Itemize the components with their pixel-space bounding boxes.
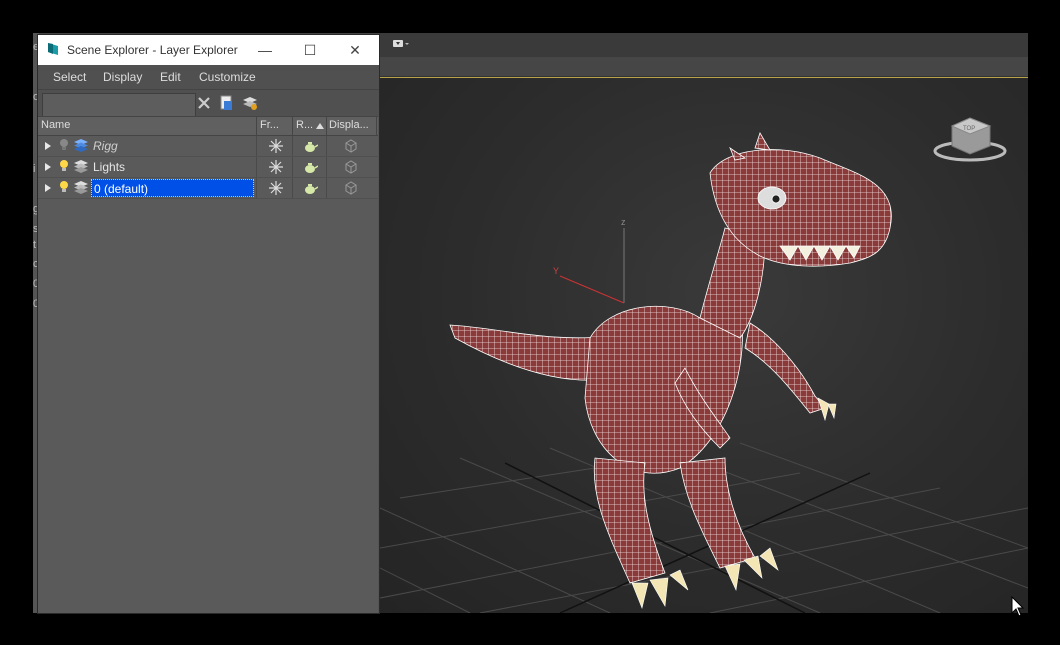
col-name[interactable]: Name xyxy=(41,119,70,131)
layer-row-default[interactable]: 0 (default) xyxy=(38,178,378,199)
layer-grid: Name Fr... R... Displa... Rigg Lights 0 … xyxy=(38,116,378,199)
title-bar[interactable]: Scene Explorer - Layer Explorer — ☐ ✕ xyxy=(38,35,379,65)
viewport-label-bar xyxy=(379,57,1028,77)
window-title: Scene Explorer - Layer Explorer xyxy=(67,43,238,57)
display-box-icon[interactable] xyxy=(343,180,359,196)
expand-arrow-icon[interactable] xyxy=(45,163,51,171)
viewport-scene: z Y TOP xyxy=(380,117,1028,613)
expand-arrow-icon[interactable] xyxy=(45,142,51,150)
col-freeze[interactable]: Fr... xyxy=(260,119,279,131)
search-input[interactable] xyxy=(42,93,196,117)
mouse-cursor-icon xyxy=(1011,596,1025,617)
explorer-toolbar xyxy=(38,90,379,117)
clear-search-icon[interactable] xyxy=(196,95,212,111)
3dsmax-logo-icon xyxy=(48,43,58,55)
layer-stack-icon xyxy=(74,139,88,152)
trex-model xyxy=(449,132,892,609)
add-to-layer-icon[interactable] xyxy=(242,95,258,111)
layer-name-selected[interactable]: 0 (default) xyxy=(91,179,254,197)
layer-stack-icon xyxy=(74,160,88,173)
menu-display[interactable]: Display xyxy=(103,70,142,84)
layer-row-lights[interactable]: Lights xyxy=(38,157,378,178)
light-bulb-off-icon[interactable] xyxy=(59,138,69,152)
menu-select[interactable]: Select xyxy=(53,70,86,84)
teapot-render-icon[interactable] xyxy=(302,159,318,175)
layer-name: Lights xyxy=(93,160,126,174)
menu-edit[interactable]: Edit xyxy=(160,70,181,84)
expand-arrow-icon[interactable] xyxy=(45,184,51,192)
minimize-button[interactable]: — xyxy=(243,35,287,65)
perspective-viewport[interactable]: z Y TOP xyxy=(379,77,1028,613)
teapot-render-icon[interactable] xyxy=(302,138,318,154)
display-box-icon[interactable] xyxy=(343,138,359,154)
light-bulb-on-icon[interactable] xyxy=(59,180,69,194)
layer-stack-icon xyxy=(74,181,88,194)
maximize-button[interactable]: ☐ xyxy=(288,35,332,65)
explorer-menubar: Select Display Edit Customize xyxy=(38,65,379,90)
viewcube-label: TOP xyxy=(963,126,975,132)
col-display[interactable]: Displa... xyxy=(329,119,369,131)
create-layer-icon[interactable] xyxy=(219,95,235,111)
freeze-icon[interactable] xyxy=(268,180,284,196)
main-toolbar xyxy=(379,33,1028,58)
panel-text: t xyxy=(33,239,37,251)
menu-customize[interactable]: Customize xyxy=(199,70,256,84)
viewcube[interactable]: TOP xyxy=(933,117,1007,162)
maximize-icon: ☐ xyxy=(303,41,317,58)
layer-name: Rigg xyxy=(93,139,118,153)
light-bulb-on-icon[interactable] xyxy=(59,159,69,173)
minimize-icon: — xyxy=(258,42,272,58)
freeze-icon[interactable] xyxy=(268,159,284,175)
freeze-icon[interactable] xyxy=(268,138,284,154)
sort-up-icon xyxy=(316,123,324,129)
grid-header: Name Fr... R... Displa... xyxy=(38,116,378,136)
close-icon: ✕ xyxy=(349,41,361,58)
layer-row-rigg[interactable]: Rigg xyxy=(38,136,378,157)
close-button[interactable]: ✕ xyxy=(333,35,377,65)
scene-explorer-window: Scene Explorer - Layer Explorer — ☐ ✕ Se… xyxy=(38,35,379,613)
dropdown-icon[interactable] xyxy=(393,39,409,49)
col-render[interactable]: R... xyxy=(296,119,313,131)
display-box-icon[interactable] xyxy=(343,159,359,175)
panel-text: i xyxy=(33,163,36,175)
teapot-render-icon[interactable] xyxy=(302,180,318,196)
